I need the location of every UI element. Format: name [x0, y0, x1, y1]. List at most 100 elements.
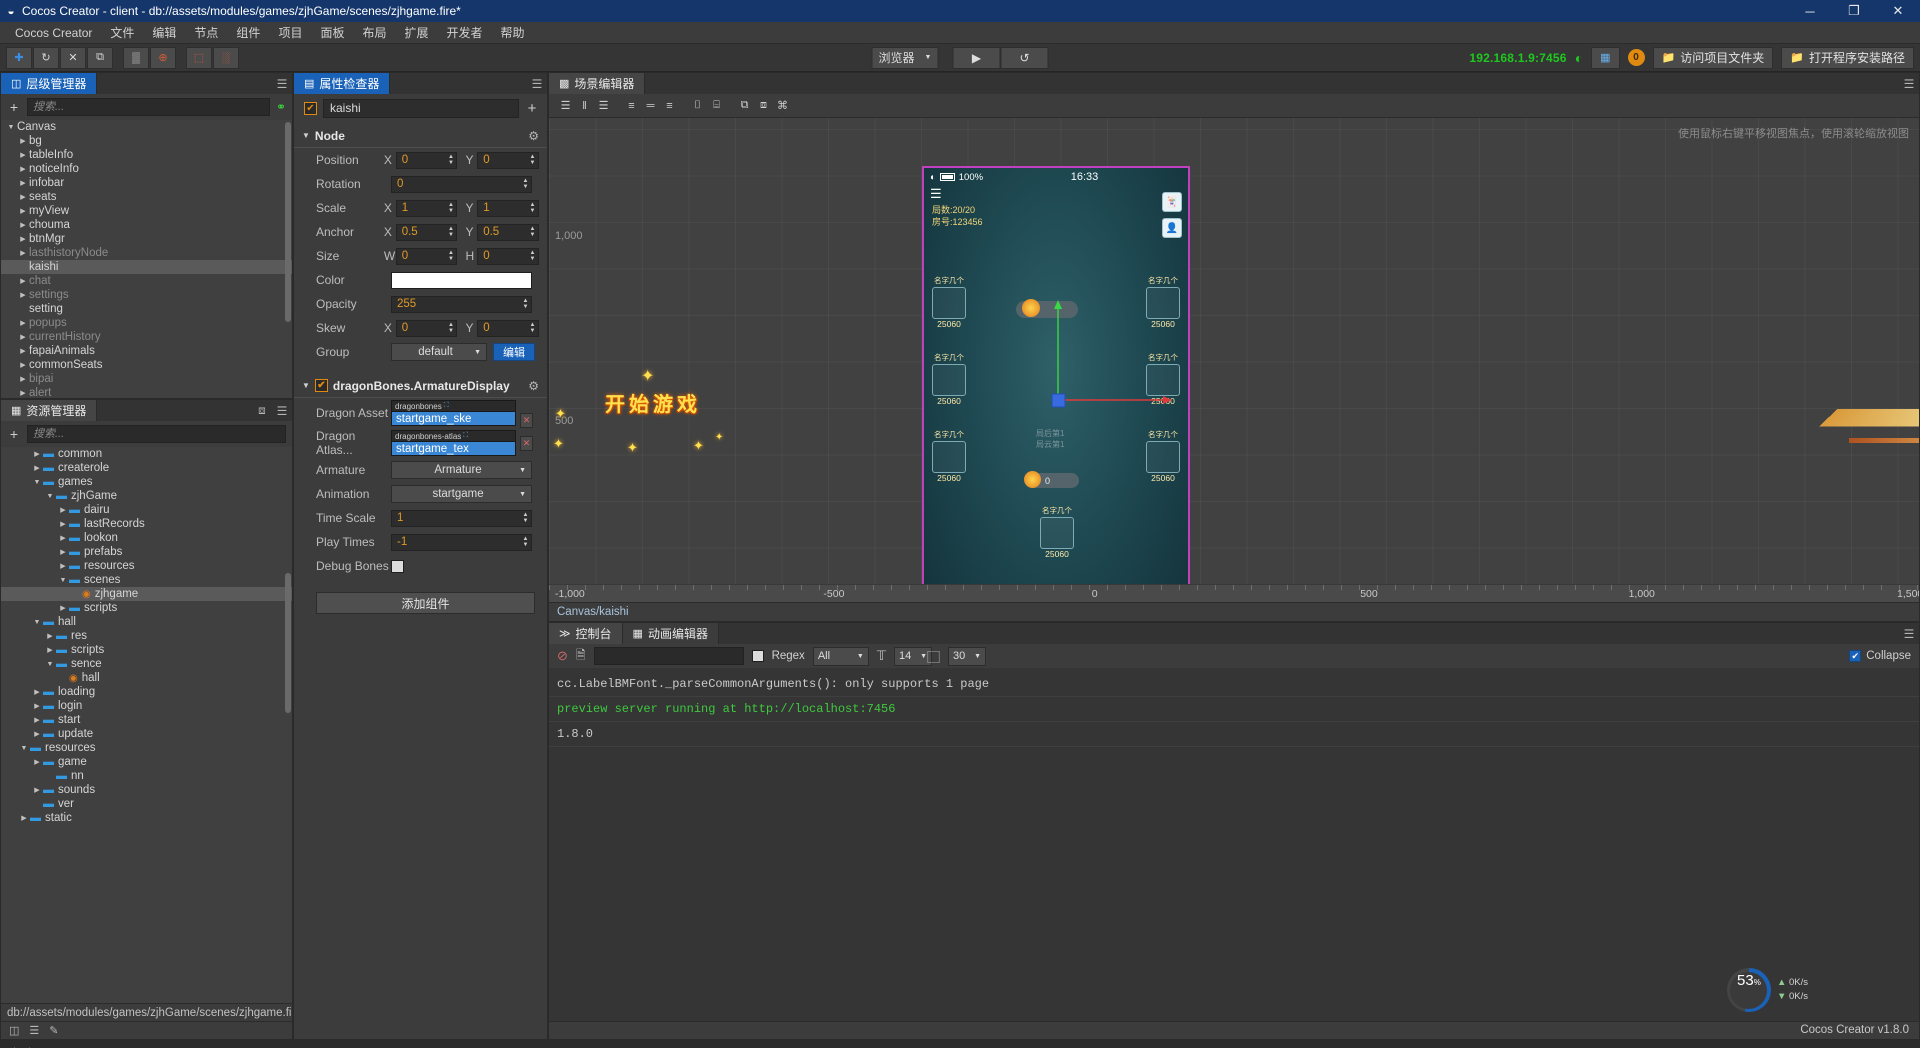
menu-item-cocos[interactable]: Cocos Creator [6, 22, 101, 44]
person-icon-button[interactable]: 👤 [1162, 218, 1182, 238]
hierarchy-node-btnmgr[interactable]: ▶ btnMgr [1, 232, 292, 246]
hierarchy-node-bg[interactable]: ▶ bg [1, 134, 292, 148]
tab-hierarchy[interactable]: ◫ 层级管理器 [1, 73, 98, 94]
rect-tool-button[interactable]: ⧉ [87, 46, 113, 69]
align-center-h-icon[interactable]: ‖ [576, 97, 593, 114]
hierarchy-node-alert[interactable]: ▶ alert [1, 386, 292, 398]
asset-node-scripts[interactable]: ▶ ▬ scripts [1, 601, 292, 615]
chevron-right-icon[interactable]: ▶ [17, 235, 29, 243]
position-x-stepper[interactable]: ▲ ▼ [445, 153, 456, 168]
dragon-atlas-clear-button[interactable]: ✕ [520, 435, 533, 451]
seat-3[interactable]: 名字几个 25060 [930, 430, 968, 484]
chevron-right-icon[interactable]: ▶ [57, 534, 69, 542]
menu-item-developer[interactable]: 开发者 [438, 22, 492, 44]
chevron-down-icon[interactable]: ▼ [57, 577, 69, 584]
menu-item-node[interactable]: 节点 [185, 22, 227, 44]
hierarchy-node-kaishi[interactable]: ▶kaishi [1, 260, 292, 274]
hierarchy-node-seats[interactable]: ▶ seats [1, 190, 292, 204]
chevron-down-icon[interactable]: ▼ [18, 745, 30, 752]
maximize-button[interactable]: ❐ [1832, 0, 1876, 22]
chevron-right-icon[interactable]: ▶ [31, 758, 43, 766]
external-link-icon[interactable]: ⛶ [444, 402, 449, 410]
scale-y-input[interactable]: 1 ▲ ▼ [477, 199, 539, 217]
rotate-tool-button[interactable]: ↻ [33, 46, 59, 69]
seat-7[interactable]: 名字几个 25060 [1038, 506, 1076, 560]
asset-node-sounds[interactable]: ▶ ▬ sounds [1, 783, 292, 797]
asset-node-hall[interactable]: ▼ ▬ hall [1, 615, 292, 629]
debug-bones-checkbox[interactable] [391, 559, 404, 573]
chevron-right-icon[interactable]: ▶ [17, 207, 29, 215]
chevron-right-icon[interactable]: ▶ [31, 688, 43, 696]
chevron-right-icon[interactable]: ▶ [17, 193, 29, 201]
transform-gizmo[interactable] [1044, 300, 1174, 410]
scene-panel-menu[interactable]: ☰ [1899, 73, 1919, 94]
chevron-right-icon[interactable]: ▶ [17, 165, 29, 173]
chevron-right-icon[interactable]: ▶ [31, 716, 43, 724]
hierarchy-node-chat[interactable]: ▶ chat [1, 274, 292, 288]
time-scale-input[interactable]: 1 ▲ ▼ [391, 509, 532, 527]
dragon-atlas-field[interactable]: dragonbones-atlas ⛶ startgame_tex [391, 430, 516, 456]
chevron-right-icon[interactable]: ▶ [17, 249, 29, 257]
chevron-down-icon[interactable]: ▼ [5, 124, 17, 131]
component-enabled-checkbox[interactable]: ✔ [314, 379, 328, 392]
menu-item-help[interactable]: 帮助 [492, 22, 534, 44]
preview-target-select[interactable]: 浏览器 ▼ [871, 46, 939, 69]
gear-icon[interactable]: ⚙ [528, 129, 539, 143]
rotation-stepper[interactable]: ▲ ▼ [520, 177, 531, 192]
play-times-input[interactable]: -1 ▲ ▼ [391, 533, 532, 551]
play-button[interactable]: ▶ [952, 46, 1001, 69]
chevron-right-icon[interactable]: ▶ [17, 319, 29, 327]
anchor-x-stepper[interactable]: ▲ ▼ [445, 225, 456, 240]
hierarchy-scrollbar[interactable] [285, 122, 291, 322]
seat-2[interactable]: 名字几个 25060 [930, 353, 968, 407]
chevron-right-icon[interactable]: ▶ [31, 464, 43, 472]
hierarchy-node-chouma[interactable]: ▶ chouma [1, 218, 292, 232]
scale-x-input[interactable]: 1 ▲ ▼ [395, 199, 458, 217]
open-project-folder-button[interactable]: 📁 访问项目文件夹 [1652, 46, 1774, 69]
anchor-y-input[interactable]: 0.5 ▲ ▼ [477, 223, 539, 241]
add-component-button[interactable]: 添加组件 [316, 592, 535, 614]
size-w-input[interactable]: 0 ▲ ▼ [395, 247, 458, 265]
asset-node-resources[interactable]: ▼ ▬ resources [1, 741, 292, 755]
pivot-tool-button[interactable]: ⊕ [150, 46, 176, 69]
asset-node-update[interactable]: ▶ ▬ update [1, 727, 292, 741]
card-icon-button[interactable]: 🃏 [1162, 192, 1182, 212]
inspector-panel-menu[interactable]: ☰ [527, 73, 547, 94]
chevron-down-icon[interactable]: ▼ [44, 661, 56, 668]
asset-node-zjhgame[interactable]: ▶◉zjhgame [1, 587, 292, 601]
hierarchy-node-noticeinfo[interactable]: ▶ noticeInfo [1, 162, 292, 176]
align-middle-v-icon[interactable]: ═ [642, 97, 659, 114]
size-h-stepper[interactable]: ▲ ▼ [527, 249, 538, 264]
chevron-right-icon[interactable]: ▶ [18, 814, 30, 822]
game-preview-canvas[interactable]: ◐ 100% 16:33 ☰ 局数:20/20 房号:123456 🃏 👤 名字… [922, 166, 1190, 602]
chevron-right-icon[interactable]: ▶ [17, 389, 29, 397]
chevron-right-icon[interactable]: ▶ [31, 702, 43, 710]
minimize-button[interactable]: ─ [1788, 0, 1832, 22]
anchor-x-input[interactable]: 0.5 ▲ ▼ [395, 223, 458, 241]
qrcode-button[interactable]: ▦ [1591, 46, 1620, 69]
anchor-y-stepper[interactable]: ▲ ▼ [527, 225, 538, 240]
status-badge[interactable]: 0 [1627, 49, 1645, 66]
chevron-right-icon[interactable]: ▶ [17, 179, 29, 187]
size-h-input[interactable]: 0 ▲ ▼ [477, 247, 539, 265]
chevron-right-icon[interactable]: ▶ [17, 333, 29, 341]
time-scale-stepper[interactable]: ▲ ▼ [520, 511, 531, 526]
chevron-down-icon[interactable]: ▼ [31, 479, 43, 486]
asset-node-scenes[interactable]: ▼ ▬ scenes [1, 573, 292, 587]
opacity-input[interactable]: 255 ▲ ▼ [391, 295, 532, 313]
animation-select[interactable]: startgame ▼ [391, 485, 532, 503]
menu-item-edit[interactable]: 编辑 [143, 22, 185, 44]
menu-item-panel[interactable]: 面板 [311, 22, 353, 44]
chevron-right-icon[interactable]: ▶ [57, 548, 69, 556]
close-button[interactable]: ✕ [1876, 0, 1920, 22]
hierarchy-node-popups[interactable]: ▶ popups [1, 316, 292, 330]
align-right-icon[interactable]: ☰ [595, 97, 612, 114]
font-size-select[interactable]: 14 ▼ [894, 646, 933, 666]
line-height-select[interactable]: 30 ▼ [948, 646, 987, 666]
chevron-right-icon[interactable]: ▶ [17, 375, 29, 383]
menu-item-layout[interactable]: 布局 [353, 22, 395, 44]
local-space-tool-button[interactable]: ⬚ [186, 46, 212, 69]
asset-node-games[interactable]: ▼ ▬ games [1, 475, 292, 489]
asset-node-common[interactable]: ▶ ▬ common [1, 447, 292, 461]
menu-item-extension[interactable]: 扩展 [395, 22, 437, 44]
